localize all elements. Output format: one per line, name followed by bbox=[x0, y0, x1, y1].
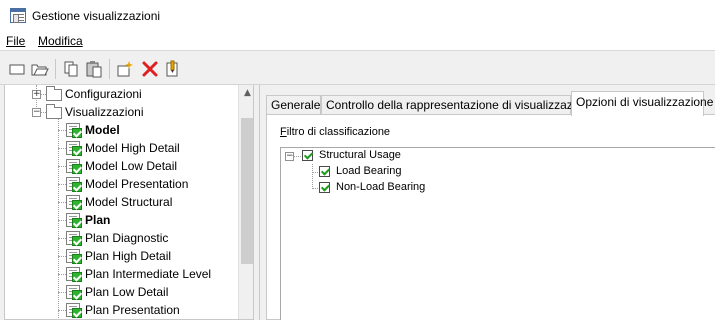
window-title: Gestione visualizzazioni bbox=[32, 9, 161, 23]
tree-view-label: Plan Low Detail bbox=[85, 285, 169, 299]
tab-controllo-rappresentazione[interactable]: Controllo della rappresentazione di visu… bbox=[321, 95, 596, 115]
display-representation-icon bbox=[66, 212, 82, 228]
tab-generale[interactable]: Generale bbox=[266, 95, 321, 115]
tree-view-label: Model Structural bbox=[85, 195, 173, 209]
display-representation-icon bbox=[66, 122, 82, 138]
tree-view-label: Model Low Detail bbox=[85, 159, 178, 173]
tree-view-label: Plan Diagnostic bbox=[85, 231, 169, 245]
structural-usage-checkbox[interactable] bbox=[302, 150, 313, 161]
display-representation-icon bbox=[66, 176, 82, 192]
display-representation-icon bbox=[66, 230, 82, 246]
tree-view-label: Plan Intermediate Level bbox=[85, 267, 212, 281]
display-representation-icon bbox=[66, 158, 82, 174]
filter-node-structural-usage[interactable]: − Structural Usage bbox=[281, 148, 481, 164]
expand-icon[interactable]: + bbox=[32, 90, 41, 99]
toolbar-separator bbox=[109, 59, 110, 79]
tree-view-label: Model Presentation bbox=[85, 177, 189, 191]
display-representation-icon bbox=[66, 266, 82, 282]
tab-opzioni-visualizzazione[interactable]: Opzioni di visualizzazione bbox=[571, 91, 713, 116]
display-representation-icon bbox=[66, 194, 82, 210]
tree-view-label: Model bbox=[85, 123, 120, 137]
new-icon[interactable] bbox=[8, 60, 26, 78]
filter-node-load-bearing[interactable]: Load Bearing bbox=[281, 164, 481, 180]
folder-icon bbox=[46, 104, 62, 119]
classification-filter-tree: − Structural Usage Load Bearing Non-Load… bbox=[280, 147, 715, 320]
filter-node-non-load-bearing[interactable]: Non-Load Bearing bbox=[281, 180, 481, 196]
menu-bar: File Modifica bbox=[0, 31, 715, 51]
filter-node-label: Structural Usage bbox=[319, 149, 401, 161]
delete-icon[interactable] bbox=[141, 60, 159, 78]
properties-panel: Generale Controllo della rappresentazion… bbox=[259, 85, 715, 320]
title-bar: Gestione visualizzazioni bbox=[0, 0, 715, 31]
collapse-icon[interactable]: − bbox=[32, 108, 41, 117]
menu-modifica[interactable]: Modifica bbox=[38, 34, 83, 48]
open-icon[interactable] bbox=[31, 60, 49, 78]
display-representation-icon bbox=[66, 140, 82, 156]
folder-icon bbox=[46, 86, 62, 101]
new-item-icon[interactable] bbox=[116, 60, 134, 78]
display-representation-icon bbox=[66, 302, 82, 318]
app-icon bbox=[10, 8, 26, 23]
tree-view-label: Model High Detail bbox=[85, 141, 180, 155]
display-representation-icon bbox=[66, 284, 82, 300]
filter-node-label: Non-Load Bearing bbox=[336, 181, 426, 193]
collapse-icon[interactable]: − bbox=[285, 152, 294, 161]
non-load-bearing-checkbox[interactable] bbox=[319, 182, 330, 193]
toolbar-separator bbox=[55, 59, 56, 79]
tree-guide bbox=[58, 112, 59, 319]
paste-icon[interactable] bbox=[85, 60, 103, 78]
menu-file[interactable]: File bbox=[6, 34, 25, 48]
scroll-thumb[interactable] bbox=[241, 118, 253, 264]
load-bearing-checkbox[interactable] bbox=[319, 166, 330, 177]
copy-icon[interactable] bbox=[62, 60, 80, 78]
rename-icon[interactable] bbox=[164, 60, 182, 78]
views-tree: + Configurazioni − Visualizzazioni Model… bbox=[4, 85, 254, 320]
tree-view-label: Plan bbox=[85, 213, 111, 227]
toolbar bbox=[0, 52, 715, 85]
tree-node-label: Configurazioni bbox=[65, 87, 142, 101]
tree-view-label: Plan High Detail bbox=[85, 249, 172, 263]
tab-content: Filtro di classificazione − Structural U… bbox=[266, 114, 715, 320]
tree-scrollbar[interactable]: ▲ bbox=[238, 85, 253, 319]
filter-node-label: Load Bearing bbox=[336, 165, 402, 177]
scroll-up-icon[interactable]: ▲ bbox=[239, 85, 253, 102]
filter-label: Filtro di classificazione bbox=[280, 126, 391, 138]
display-representation-icon bbox=[66, 248, 82, 264]
tree-node-label: Visualizzazioni bbox=[65, 105, 144, 119]
tree-view-label: Plan Presentation bbox=[85, 303, 180, 317]
